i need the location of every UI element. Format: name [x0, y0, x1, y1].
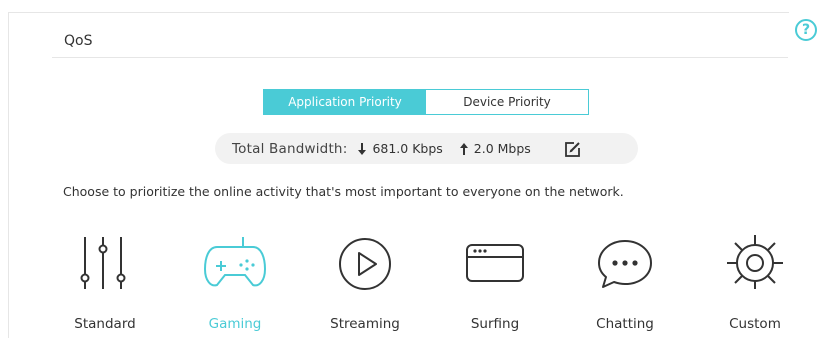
browser-window-icon	[466, 244, 524, 282]
mode-standard[interactable]: Standard	[40, 228, 170, 337]
mode-surfing[interactable]: Surfing	[430, 228, 560, 337]
mode-label: Custom	[729, 316, 781, 332]
chat-bubble-icon	[598, 240, 652, 288]
gamepad-icon	[203, 237, 267, 287]
mode-gaming[interactable]: Gaming	[170, 228, 300, 337]
download-bandwidth: 681.0 Kbps	[372, 141, 443, 156]
page-title: QoS	[64, 33, 93, 49]
mode-label: Standard	[74, 316, 136, 332]
description-text: Choose to prioritize the online activity…	[63, 184, 624, 199]
upload-bandwidth: 2.0 Mbps	[473, 141, 531, 156]
mode-label: Gaming	[208, 316, 262, 332]
mode-label: Surfing	[470, 316, 520, 332]
download-arrow-icon	[358, 142, 367, 155]
sliders-icon	[80, 237, 126, 289]
upload-arrow-icon	[459, 142, 468, 155]
mode-streaming[interactable]: Streaming	[300, 228, 430, 337]
tab-application-priority[interactable]: Application Priority	[264, 90, 426, 114]
mode-label: Streaming	[330, 316, 400, 332]
play-icon	[339, 238, 391, 290]
mode-custom[interactable]: Custom	[690, 228, 820, 337]
mode-chatting[interactable]: Chatting	[560, 228, 690, 337]
bandwidth-label: Total Bandwidth:	[232, 140, 348, 157]
help-circle-icon[interactable]: ?	[795, 19, 817, 41]
mode-label: Chatting	[596, 316, 654, 332]
total-bandwidth-bar: Total Bandwidth: 681.0 Kbps 2.0 Mbps	[215, 133, 638, 164]
mode-list: Standard Gaming Streaming Surfing Chatti…	[40, 228, 810, 337]
edit-icon[interactable]	[564, 140, 582, 158]
title-divider	[52, 57, 788, 58]
priority-tabs: Application Priority Device Priority	[263, 89, 589, 115]
tab-device-priority[interactable]: Device Priority	[426, 90, 588, 114]
gear-icon	[727, 235, 783, 289]
